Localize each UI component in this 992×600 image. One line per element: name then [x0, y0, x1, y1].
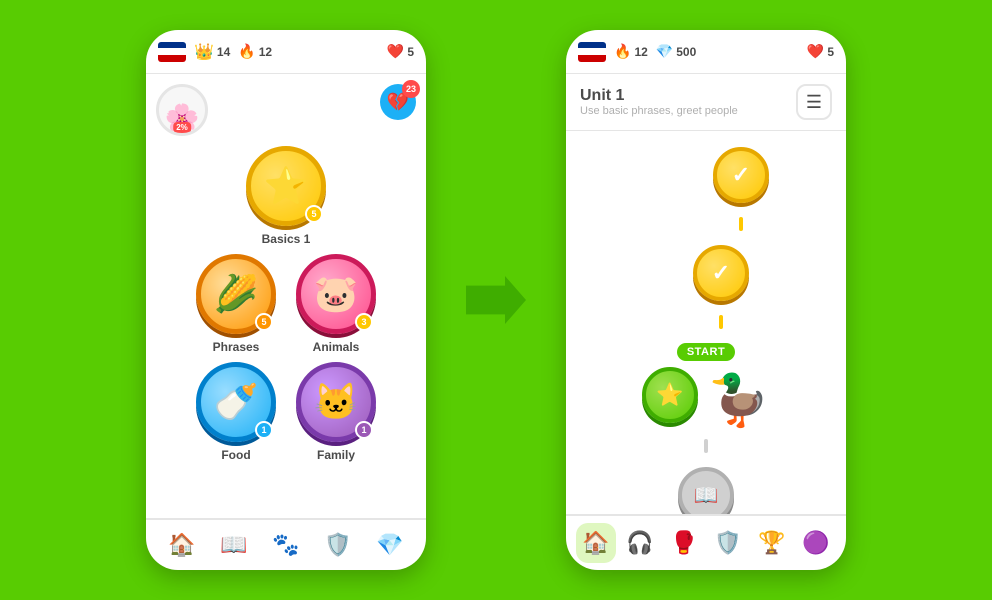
right-status-bar: 🔥 12 💎 500 ❤️ 5	[566, 30, 846, 74]
right-nav-trophy[interactable]: 🏆	[752, 523, 792, 563]
unit-title: Unit 1	[580, 87, 738, 105]
food-family-row: 🍼 1 Food 🐱 1 Family	[196, 362, 376, 462]
unit-subtitle: Use basic phrases, greet people	[580, 105, 738, 117]
left-bottom-nav: 🏠 📖 🐾 🛡️ 💎	[146, 518, 426, 570]
basics1-wrap[interactable]: ⭐ 5	[246, 146, 326, 226]
nav-paw[interactable]: 🐾	[272, 532, 299, 558]
right-nav-dumbbell[interactable]: 🥊	[664, 523, 704, 563]
fire-icon: 🔥	[238, 43, 255, 60]
node-circle-2: ✓	[693, 245, 749, 301]
star-icon: ⭐	[656, 382, 683, 408]
left-fire-stat: 🔥 12	[238, 43, 272, 60]
heart-icon-right: ❤️	[807, 43, 824, 60]
heart-icon-left: ❤️	[387, 43, 404, 60]
right-nav-more[interactable]: 🟣	[796, 523, 836, 563]
food-circle: 🍼 1	[196, 362, 276, 442]
right-hearts-stat: ❤️ 5	[807, 43, 834, 60]
checkmark-2: ✓	[712, 260, 730, 286]
right-nav-shield[interactable]: 🛡️	[708, 523, 748, 563]
left-phone-content: 🌸 2% 💔 23 ⭐ 5 Basics 1	[146, 74, 426, 518]
family-emoji: 🐱	[314, 381, 359, 423]
path-node-4[interactable]: 📖	[678, 467, 734, 514]
animals-label: Animals	[313, 340, 360, 354]
unit-header: Unit 1 Use basic phrases, greet people ☰	[566, 74, 846, 131]
phrases-emoji: 🌽	[214, 273, 259, 315]
animals-circle: 🐷 3	[296, 254, 376, 334]
nav-home[interactable]: 🏠	[168, 532, 195, 558]
basics1-section: ⭐ 5 Basics 1	[156, 146, 416, 246]
connector-2	[719, 315, 723, 329]
start-node-row: ⭐ 🦆	[642, 365, 770, 425]
left-phone: 👑 14 🔥 12 ❤️ 5 🌸 2% 💔	[146, 30, 426, 570]
book-node-icon: 📖	[694, 483, 719, 508]
basics1-label: Basics 1	[262, 232, 311, 246]
left-hearts-stat: ❤️ 5	[387, 43, 414, 60]
crown-icon: 👑	[194, 42, 214, 62]
nav-gem2[interactable]: 💎	[376, 532, 403, 558]
phrases-label: Phrases	[213, 340, 260, 354]
notification-badge[interactable]: 💔 23	[380, 84, 416, 120]
family-circle: 🐱 1	[296, 362, 376, 442]
node-circle-1: ✓	[713, 147, 769, 203]
family-label: Family	[317, 448, 355, 462]
basics1-badge: 5	[305, 205, 323, 223]
phrases-animals-row: 🌽 5 Phrases 🐷 3 Animals	[196, 254, 376, 354]
food-badge: 1	[255, 421, 273, 439]
nav-shield[interactable]: 🛡️	[324, 532, 351, 558]
avatar[interactable]: 🌸 2%	[156, 84, 208, 136]
right-fire-stat: 🔥 12	[614, 43, 648, 60]
path-node-1[interactable]: ✓	[713, 147, 769, 203]
connector-1	[739, 217, 743, 231]
gem-icon-right: 💎	[656, 43, 673, 60]
right-bottom-nav: 🏠 🎧 🥊 🛡️ 🏆 🟣	[566, 514, 846, 570]
duolingo-owl: 🦆	[708, 375, 770, 425]
avatar-row: 🌸 2% 💔 23	[156, 84, 416, 136]
start-label: START	[677, 343, 735, 361]
node-circle-3[interactable]: ⭐	[642, 367, 698, 423]
food-wrap[interactable]: 🍼 1 Food	[196, 362, 276, 462]
badge-count: 23	[402, 80, 420, 98]
phrases-wrap[interactable]: 🌽 5 Phrases	[196, 254, 276, 354]
family-wrap[interactable]: 🐱 1 Family	[296, 362, 376, 462]
right-gems-stat: 💎 500	[656, 43, 696, 60]
phrases-circle: 🌽 5	[196, 254, 276, 334]
right-nav-home[interactable]: 🏠	[576, 523, 616, 563]
checkmark-1: ✓	[732, 162, 750, 188]
phrases-badge: 5	[255, 313, 273, 331]
food-emoji: 🍼	[214, 381, 259, 423]
animals-emoji: 🐷	[314, 273, 359, 315]
path-node-3: START ⭐ 🦆	[642, 343, 770, 425]
right-nav-headphones[interactable]: 🎧	[620, 523, 660, 563]
connector-3	[704, 439, 708, 453]
animals-wrap[interactable]: 🐷 3 Animals	[296, 254, 376, 354]
right-phone-path: ✓ ✓ START ⭐	[566, 131, 846, 514]
family-badge: 1	[355, 421, 373, 439]
basics1-emoji: ⭐	[264, 165, 309, 207]
left-flag	[158, 42, 186, 62]
left-status-bar: 👑 14 🔥 12 ❤️ 5	[146, 30, 426, 74]
left-crown-stat: 👑 14	[194, 42, 230, 62]
unit-notes-button[interactable]: ☰	[796, 84, 832, 120]
nav-book[interactable]: 📖	[220, 532, 247, 558]
food-label: Food	[221, 448, 250, 462]
basics1-circle: ⭐ 5	[246, 146, 326, 226]
right-flag	[578, 42, 606, 62]
path-container: ✓ ✓ START ⭐	[566, 131, 846, 514]
unit-header-text: Unit 1 Use basic phrases, greet people	[580, 87, 738, 117]
path-node-2[interactable]: ✓	[693, 245, 749, 301]
arrow-container	[466, 276, 526, 324]
animals-badge: 3	[355, 313, 373, 331]
node-circle-4: 📖	[678, 467, 734, 514]
avatar-percent: 2%	[173, 122, 191, 133]
fire-icon-right: 🔥	[614, 43, 631, 60]
right-phone: 🔥 12 💎 500 ❤️ 5 Unit 1 Use basic phrases…	[566, 30, 846, 570]
forward-arrow-icon	[466, 276, 526, 324]
